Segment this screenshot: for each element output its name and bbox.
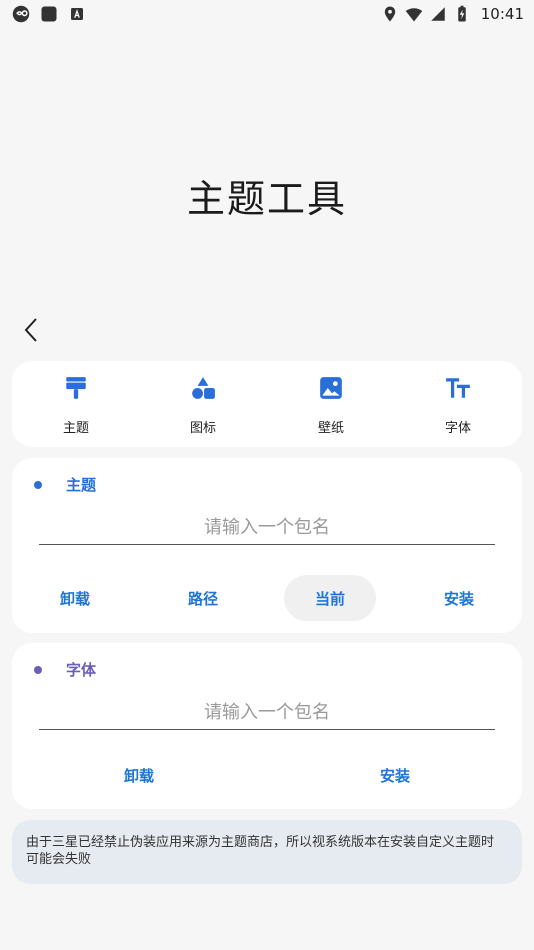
notice-banner: 由于三星已经禁止伪装应用来源为主题商店，所以视系统版本在安装自定义主题时可能会失… (12, 820, 522, 884)
theme-section-title: 主题 (66, 476, 97, 494)
tab-label: 图标 (189, 421, 216, 436)
screen: 10:41 主题工具 主题 图标 壁纸 字体 主题 请输入一个包名 卸载 路径 … (0, 0, 534, 950)
theme-section-card: 主题 卸载 路径 当前 安装 (12, 458, 522, 633)
tab-wallpaper[interactable]: 壁纸 (267, 361, 395, 447)
status-bar: 10:41 (0, 0, 534, 28)
theme-section-header: 主题 (34, 474, 96, 495)
tab-theme[interactable]: 主题 (12, 361, 140, 447)
theme-path-button[interactable]: 路径 (144, 575, 262, 621)
font-section-title: 字体 (66, 661, 97, 679)
status-time: 10:41 (480, 5, 524, 23)
font-section-card: 字体 卸载 安装 (12, 643, 522, 809)
square-app-icon (41, 6, 57, 22)
theme-install-button[interactable]: 安装 (400, 575, 518, 621)
font-dot (34, 665, 42, 674)
theme-current-button[interactable]: 当前 (284, 575, 376, 621)
tab-label: 主题 (62, 421, 89, 436)
font-uninstall-button[interactable]: 卸载 (72, 752, 206, 798)
tab-label: 壁纸 (317, 421, 344, 436)
tab-label: 字体 (444, 421, 471, 436)
tab-icons[interactable]: 图标 (139, 361, 267, 447)
wifi-icon (405, 8, 423, 22)
font-section-header: 字体 (34, 659, 96, 680)
keyboard-a-icon (71, 8, 83, 20)
font-install-button[interactable]: 安装 (328, 752, 462, 798)
battery-charging-icon (458, 5, 466, 22)
status-right-icons: 10:41 (381, 5, 524, 23)
page-title: 主题工具 (186, 177, 347, 221)
shapes-icon (192, 377, 215, 399)
font-package-input[interactable] (39, 696, 495, 730)
link-icon (12, 5, 30, 23)
status-left-icons (12, 5, 86, 23)
location-icon (384, 6, 396, 22)
tab-font[interactable]: 字体 (394, 361, 522, 447)
back-button[interactable] (18, 316, 46, 344)
tool-tabs-card: 主题 图标 壁纸 字体 (12, 361, 522, 447)
theme-package-input[interactable] (39, 511, 495, 545)
text-size-icon (446, 378, 470, 398)
signal-icon (431, 7, 445, 21)
image-icon (320, 377, 342, 399)
brush-icon (66, 377, 86, 399)
theme-uninstall-button[interactable]: 卸载 (16, 575, 134, 621)
theme-dot (34, 480, 42, 489)
